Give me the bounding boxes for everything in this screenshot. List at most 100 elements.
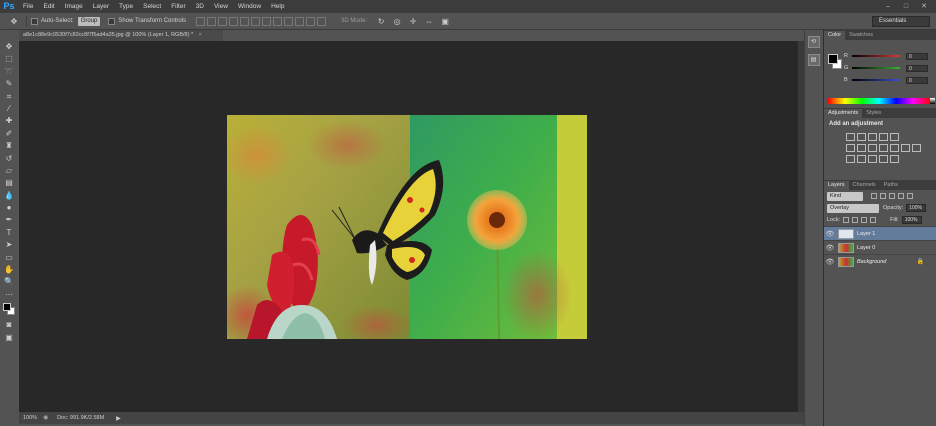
red-track[interactable]	[852, 55, 900, 57]
path-selection-tool-icon[interactable]: ➤	[0, 239, 18, 251]
more-tools-icon[interactable]: ⋯	[0, 289, 18, 301]
tab-adjustments[interactable]: Adjustments	[824, 109, 863, 118]
panel-foreground-swatch[interactable]	[828, 54, 838, 64]
exposure-icon[interactable]	[879, 133, 888, 141]
lock-position-icon[interactable]	[861, 217, 868, 223]
3d-scale-icon[interactable]: ▣	[437, 16, 453, 27]
auto-select-checkbox[interactable]	[31, 17, 38, 25]
layer-name[interactable]: Layer 1	[857, 231, 875, 237]
quick-mask-icon[interactable]: ◙	[0, 319, 18, 331]
tab-layers[interactable]: Layers	[824, 181, 849, 190]
blend-mode-dropdown[interactable]: Overlay	[827, 203, 879, 213]
posterize-icon[interactable]	[857, 155, 866, 163]
blur-tool-icon[interactable]: 💧	[0, 190, 18, 202]
green-value[interactable]: 0	[906, 64, 928, 72]
layer-row-layer-0[interactable]: 👁 Layer 0	[824, 240, 936, 254]
threshold-icon[interactable]	[868, 155, 877, 163]
hue-saturation-icon[interactable]	[857, 144, 866, 152]
distribute-vcenter-icon[interactable]	[273, 16, 283, 26]
fill-input[interactable]: 100%	[901, 216, 922, 224]
vibrance-icon[interactable]	[846, 144, 855, 152]
move-tool-preset-icon[interactable]: ✥	[6, 16, 22, 27]
quick-select-tool-icon[interactable]: ✎	[0, 78, 18, 90]
black-white-icon[interactable]	[879, 144, 888, 152]
color-lookup-icon[interactable]	[912, 144, 921, 152]
layer-row-layer-1[interactable]: 👁 Layer 1	[824, 226, 936, 240]
levels-icon[interactable]	[857, 133, 866, 141]
close-window-button[interactable]: ✕	[916, 2, 932, 12]
eye-icon[interactable]: 👁	[824, 244, 836, 252]
3d-pan-icon[interactable]: ✛	[405, 16, 421, 27]
healing-brush-tool-icon[interactable]: ✚	[0, 115, 18, 127]
color-spectrum[interactable]	[828, 98, 930, 104]
minimize-button[interactable]: –	[880, 2, 896, 12]
close-tab-icon[interactable]: ×	[199, 32, 202, 38]
clone-stamp-tool-icon[interactable]: ♜	[0, 140, 18, 152]
photo-filter-icon[interactable]	[890, 144, 899, 152]
lasso-tool-icon[interactable]: ➰	[0, 66, 18, 78]
filter-adjustment-icon[interactable]	[880, 193, 886, 199]
tab-paths[interactable]: Paths	[880, 181, 902, 190]
brightness-contrast-icon[interactable]	[846, 133, 855, 141]
document-image[interactable]	[227, 115, 587, 339]
menu-3d[interactable]: 3D	[191, 0, 209, 13]
green-slider[interactable]: G 0	[844, 64, 934, 72]
align-bottom-icon[interactable]	[218, 16, 228, 26]
gradient-tool-icon[interactable]: ▤	[0, 177, 18, 189]
color-balance-icon[interactable]	[868, 144, 877, 152]
distribute-hcenter-icon[interactable]	[306, 16, 316, 26]
move-tool-icon[interactable]: ✥	[0, 41, 18, 53]
transform-controls-checkbox[interactable]	[108, 17, 116, 25]
distribute-top-icon[interactable]	[262, 16, 272, 26]
auto-select-dropdown[interactable]: Group	[77, 16, 101, 26]
distribute-right-icon[interactable]	[317, 16, 327, 26]
document-tab[interactable]: a8e1c88e9c0530f7c82cc8f7f5ad4a35.jpg @ 1…	[19, 30, 223, 41]
black-white-ramp[interactable]	[930, 98, 935, 104]
properties-panel-icon[interactable]: ▤	[807, 54, 820, 66]
blue-slider[interactable]: B 0	[844, 76, 934, 84]
menu-help[interactable]: Help	[266, 0, 289, 13]
brush-tool-icon[interactable]: ✐	[0, 128, 18, 140]
align-left-icon[interactable]	[229, 16, 239, 26]
tab-color[interactable]: Color	[824, 31, 846, 40]
dodge-tool-icon[interactable]: ●	[0, 202, 18, 214]
lock-image-icon[interactable]	[852, 217, 859, 223]
type-tool-icon[interactable]: T	[0, 227, 18, 239]
menu-view[interactable]: View	[209, 0, 233, 13]
eyedropper-tool-icon[interactable]: ⁄	[0, 103, 18, 115]
screen-mode-icon[interactable]: ▣	[0, 332, 18, 344]
channel-mixer-icon[interactable]	[901, 144, 910, 152]
distribute-left-icon[interactable]	[295, 16, 305, 26]
align-vcenter-icon[interactable]	[207, 16, 217, 26]
layer-filter-dropdown[interactable]: Kind	[827, 191, 863, 201]
layer-name[interactable]: Background	[857, 259, 886, 265]
selective-color-icon[interactable]	[890, 155, 899, 163]
workspace-switcher[interactable]: Essentials	[872, 16, 930, 27]
blue-track[interactable]	[852, 79, 900, 81]
eraser-tool-icon[interactable]: ▱	[0, 165, 18, 177]
zoom-level[interactable]: 100%	[23, 415, 37, 421]
filter-type-icon[interactable]	[889, 193, 895, 199]
invert-icon[interactable]	[846, 155, 855, 163]
distribute-bottom-icon[interactable]	[284, 16, 294, 26]
gradient-triangle-icon[interactable]	[890, 133, 899, 141]
align-right-icon[interactable]	[251, 16, 261, 26]
filter-pixel-icon[interactable]	[871, 193, 877, 199]
eye-icon[interactable]: 👁	[824, 258, 836, 266]
history-brush-tool-icon[interactable]: ↺	[0, 153, 18, 165]
red-value[interactable]: 0	[906, 52, 928, 60]
crop-tool-icon[interactable]: ⌗	[0, 91, 18, 103]
filter-shape-icon[interactable]	[898, 193, 904, 199]
menu-image[interactable]: Image	[60, 0, 88, 13]
tab-styles[interactable]: Styles	[862, 109, 885, 118]
tab-channels[interactable]: Channels	[849, 181, 880, 190]
layer-row-background[interactable]: 👁 Background 🔒	[824, 254, 936, 268]
blue-value[interactable]: 0	[906, 76, 928, 84]
menu-select[interactable]: Select	[138, 0, 166, 13]
hand-tool-icon[interactable]: ✋	[0, 264, 18, 276]
menu-layer[interactable]: Layer	[88, 0, 114, 13]
align-hcenter-icon[interactable]	[240, 16, 250, 26]
canvas-area[interactable]	[19, 41, 798, 412]
3d-slide-icon[interactable]: ⇔	[421, 16, 437, 27]
menu-file[interactable]: File	[18, 0, 38, 13]
